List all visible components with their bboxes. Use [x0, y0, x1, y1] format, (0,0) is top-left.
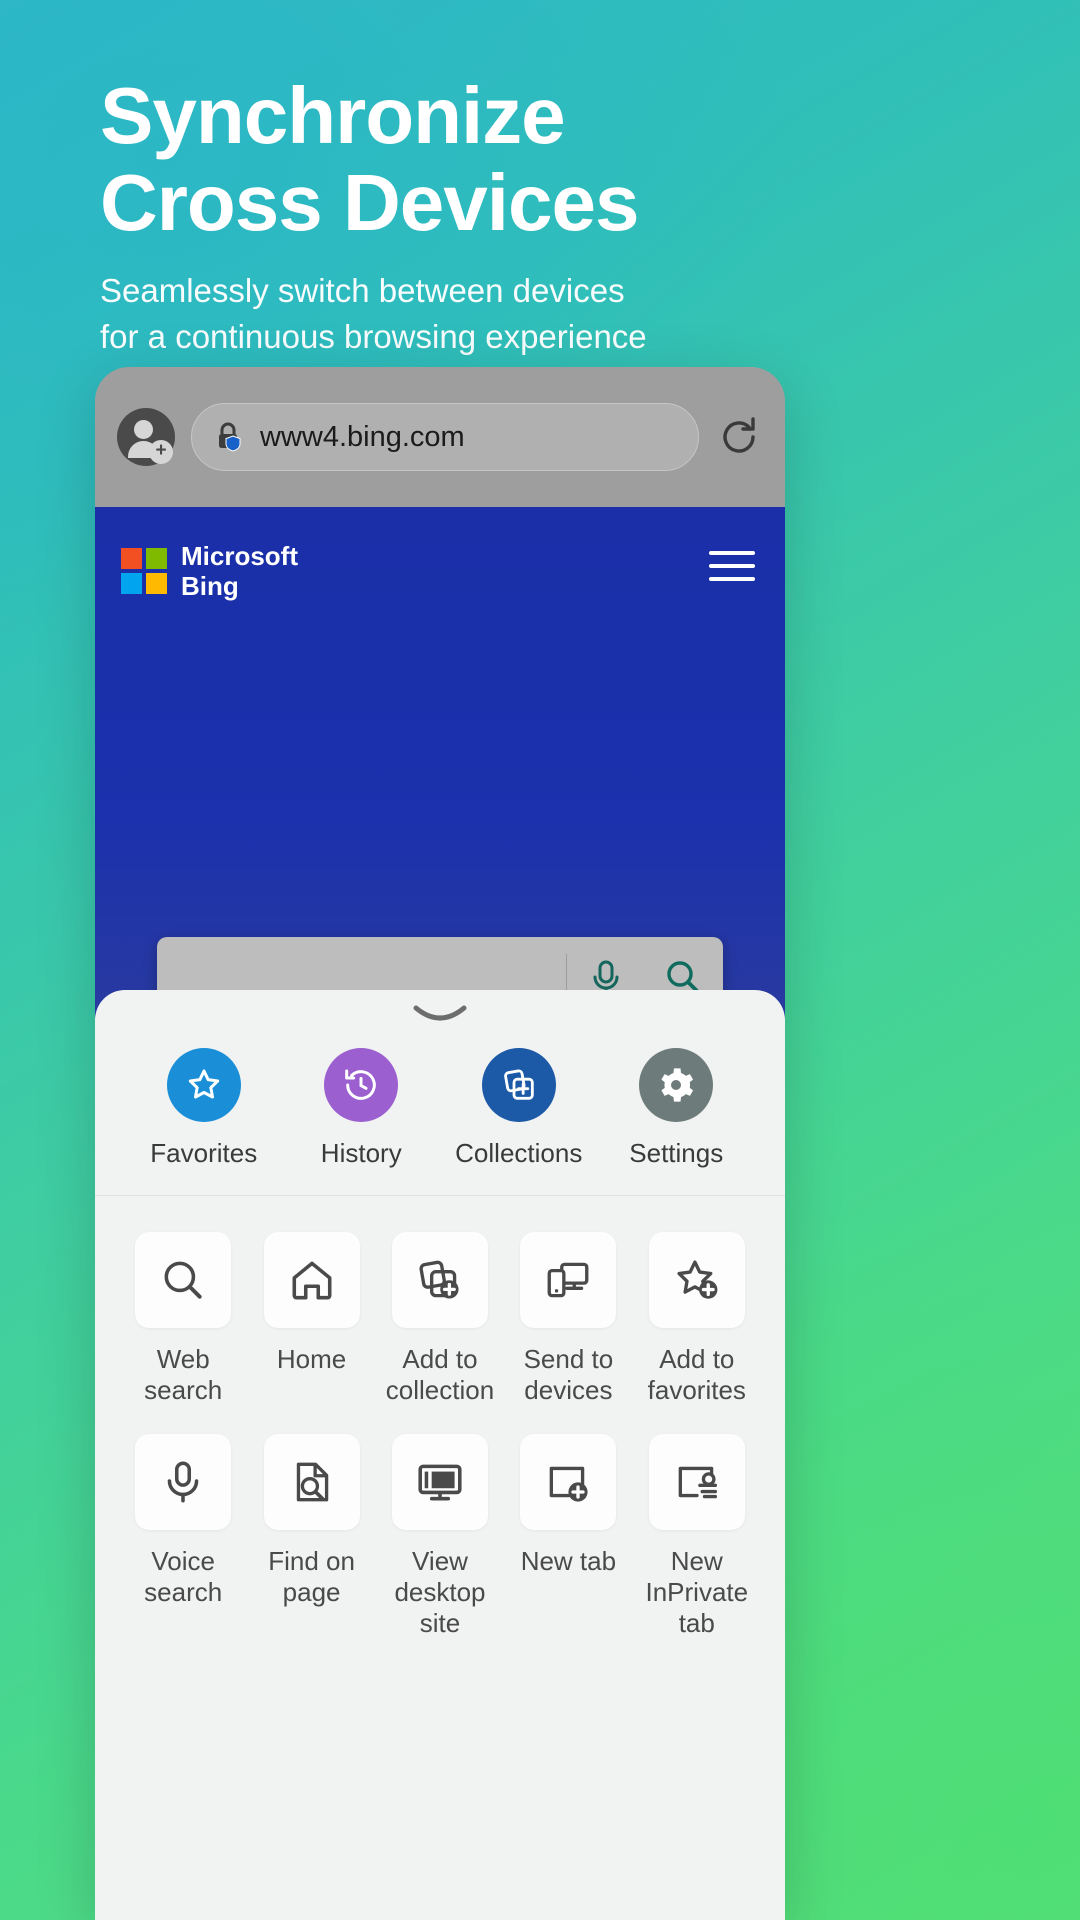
bing-logo: Microsoft Bing [121, 541, 298, 601]
page-subtitle: Seamlessly switch between devices for a … [100, 268, 980, 360]
reload-icon[interactable] [715, 413, 763, 461]
grid-item-find-on-page[interactable]: Find on page [247, 1434, 375, 1639]
grid-item-label: New tab [520, 1546, 617, 1576]
grid-item-new-inprivate-tab[interactable]: New InPrivate tab [633, 1434, 761, 1639]
url-text: www4.bing.com [260, 420, 465, 453]
grid-item-label: Web search [144, 1344, 223, 1405]
find-on-page-icon [263, 1434, 360, 1530]
grid-item-add-to-favorites[interactable]: Add to favorites [633, 1232, 761, 1406]
new-tab-icon [520, 1434, 617, 1530]
microsoft-squares-icon [121, 548, 167, 594]
quick-action-favorites[interactable]: Favorites [125, 1048, 283, 1169]
grid-item-add-to-collection[interactable]: Add to collection [376, 1232, 504, 1406]
browser-toolbar: + www4.bing.com [95, 367, 785, 507]
logo-brand: Microsoft [181, 541, 298, 571]
title-line-2: Cross Devices [100, 158, 639, 247]
page-title: Synchronize Cross Devices [100, 72, 980, 246]
inprivate-tab-icon [648, 1434, 745, 1530]
grid-item-label: View desktop site [394, 1546, 486, 1638]
send-to-devices-icon [520, 1232, 617, 1328]
quick-action-label: Settings [629, 1138, 724, 1168]
grid-item-web-search[interactable]: Web search [119, 1232, 247, 1406]
grid-item-label: Voice search [144, 1546, 223, 1607]
collections-add-icon [481, 1048, 556, 1122]
grid-item-home[interactable]: Home [247, 1232, 375, 1406]
grid-item-label: Add to favorites [647, 1344, 746, 1405]
hamburger-menu-icon[interactable] [709, 551, 755, 590]
grid-item-label: Home [276, 1344, 347, 1374]
grid-item-label: Find on page [268, 1546, 355, 1607]
logo-product: Bing [181, 571, 239, 601]
quick-action-label: History [320, 1138, 402, 1168]
hero-section: Synchronize Cross Devices Seamlessly swi… [100, 72, 980, 360]
quick-action-label: Favorites [150, 1138, 258, 1168]
grid-item-view-desktop-site[interactable]: View desktop site [376, 1434, 504, 1639]
lock-shield-icon [216, 421, 246, 453]
subtitle-line-2: for a continuous browsing experience [100, 318, 647, 355]
options-grid: Web search Home Add to collection Send t… [95, 1196, 785, 1639]
star-icon [166, 1048, 241, 1122]
subtitle-line-1: Seamlessly switch between devices [100, 272, 625, 309]
phone-mockup: + www4.bing.com Microsoft Bing Favorites… [95, 367, 785, 1920]
grid-item-label: Send to devices [523, 1344, 614, 1405]
gear-icon [639, 1048, 714, 1122]
microphone-icon [135, 1434, 232, 1530]
star-add-icon [648, 1232, 745, 1328]
quick-action-collections[interactable]: Collections [440, 1048, 598, 1169]
history-clock-icon [324, 1048, 399, 1122]
grid-item-label: Add to collection [385, 1344, 495, 1405]
address-bar[interactable]: www4.bing.com [191, 403, 699, 471]
browser-options-sheet: Favorites History Collections Settings W… [95, 990, 785, 1920]
quick-action-label: Collections [455, 1138, 583, 1168]
search-icon [135, 1232, 232, 1328]
grid-item-send-to-devices[interactable]: Send to devices [504, 1232, 632, 1406]
add-profile-icon[interactable]: + [117, 408, 175, 466]
quick-action-history[interactable]: History [283, 1048, 441, 1169]
quick-action-settings[interactable]: Settings [598, 1048, 756, 1169]
grid-item-voice-search[interactable]: Voice search [119, 1434, 247, 1639]
chevron-down-icon[interactable] [410, 1004, 470, 1026]
bing-logo-text: Microsoft Bing [181, 541, 298, 601]
home-icon [263, 1232, 360, 1328]
title-line-1: Synchronize [100, 71, 566, 160]
grid-item-label: New InPrivate tab [645, 1546, 749, 1638]
collections-add-icon [391, 1232, 488, 1328]
desktop-monitor-icon [391, 1434, 488, 1530]
grid-item-new-tab[interactable]: New tab [504, 1434, 632, 1639]
